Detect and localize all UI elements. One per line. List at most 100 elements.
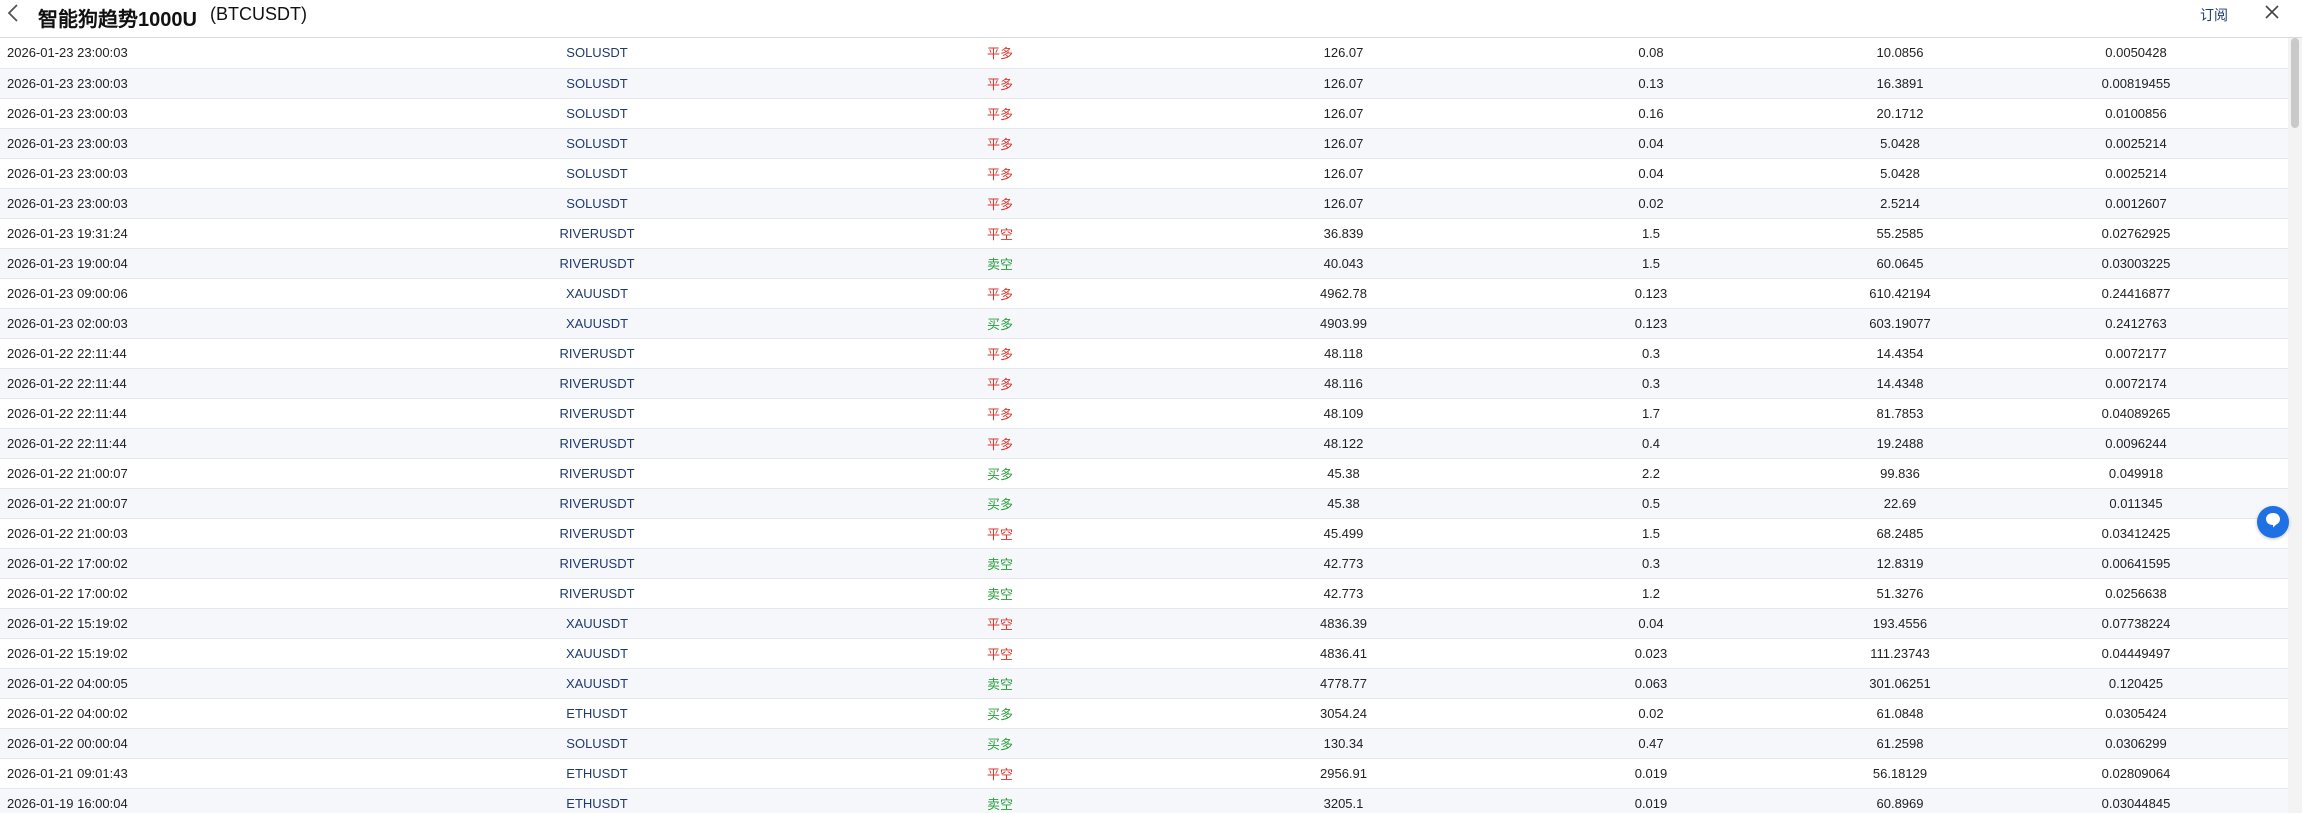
cell-fee: 0.0072177 xyxy=(2029,338,2243,369)
cell-qty: 0.02 xyxy=(1531,188,1771,219)
cell-side: 平空 xyxy=(844,638,1156,669)
table-row: 2026-01-22 17:00:02 RIVERUSDT 卖空 42.773 0.3 1… xyxy=(0,548,2288,579)
cell-side: 平多 xyxy=(844,38,1156,69)
scrollbar-thumb[interactable] xyxy=(2291,38,2299,128)
cell-fee: 0.02809064 xyxy=(2029,758,2243,789)
table-row: 2026-01-23 23:00:03 SOLUSDT 平多 126.07 0.13 16… xyxy=(0,68,2288,99)
cell-time: 2026-01-22 22:11:44 xyxy=(0,398,350,429)
cell-time: 2026-01-21 09:01:43 xyxy=(0,758,350,789)
cell-price: 2956.91 xyxy=(1156,758,1531,789)
cell-qty: 0.123 xyxy=(1531,308,1771,339)
cell-amount: 19.2488 xyxy=(1771,428,2029,459)
chat-button[interactable] xyxy=(2257,506,2289,538)
cell-fee: 0.07738224 xyxy=(2029,608,2243,639)
cell-symbol: XAUUSDT xyxy=(350,608,844,639)
cell-time: 2026-01-22 15:19:02 xyxy=(0,638,350,669)
cell-fee: 0.0256638 xyxy=(2029,578,2243,609)
table-row: 2026-01-23 23:00:03 SOLUSDT 平多 126.07 0.16 20… xyxy=(0,98,2288,129)
cell-pnl: -1.37021497 xyxy=(2243,638,2288,669)
close-button[interactable] xyxy=(2260,2,2284,26)
table-row: 2026-01-21 09:01:43 ETHUSDT 平空 2956.91 0.019… xyxy=(0,758,2288,789)
cell-fee: 0.0025214 xyxy=(2029,158,2243,189)
cell-pnl: -2.38218224 xyxy=(2243,608,2288,639)
cell-side: 平多 xyxy=(844,98,1156,129)
cell-qty: 0.5 xyxy=(1531,488,1771,519)
table-row: 2026-01-23 09:00:06 XAUUSDT 平多 4962.78 0.123… xyxy=(0,278,2288,309)
cell-pnl: -0.0866607 xyxy=(2243,188,2288,219)
cell-time: 2026-01-23 19:00:04 xyxy=(0,248,350,279)
cell-fee: 0.04449497 xyxy=(2029,638,2243,669)
cell-fee: 0.00641595 xyxy=(2029,548,2243,579)
cell-fee: 0.03003225 xyxy=(2029,248,2243,279)
cell-pnl: -0.1733214 xyxy=(2243,158,2288,189)
table-row: 2026-01-19 16:00:04 ETHUSDT 卖空 3205.1 0.019 6… xyxy=(0,788,2288,813)
cell-symbol: RIVERUSDT xyxy=(350,518,844,549)
cell-pnl: -0.049918 xyxy=(2243,458,2288,489)
cell-fee: 0.0050428 xyxy=(2029,38,2243,69)
cell-pnl: -0.00641595 xyxy=(2243,548,2288,579)
cell-side: 买多 xyxy=(844,728,1156,759)
cell-price: 48.122 xyxy=(1156,428,1531,459)
cell-symbol: RIVERUSDT xyxy=(350,368,844,399)
cell-qty: 1.5 xyxy=(1531,248,1771,279)
cell-symbol: SOLUSDT xyxy=(350,68,844,99)
back-button[interactable] xyxy=(2,2,24,28)
cell-fee: 0.04089265 xyxy=(2029,398,2243,429)
cell-qty: 0.123 xyxy=(1531,278,1771,309)
cell-time: 2026-01-22 17:00:02 xyxy=(0,578,350,609)
cell-time: 2026-01-23 02:00:03 xyxy=(0,308,350,339)
table-row: 2026-01-22 04:00:05 XAUUSDT 卖空 4778.77 0.063… xyxy=(0,668,2288,699)
cell-side: 平多 xyxy=(844,368,1156,399)
cell-amount: 16.3891 xyxy=(1771,68,2029,99)
cell-side: 平空 xyxy=(844,758,1156,789)
cell-fee: 0.02762925 xyxy=(2029,218,2243,249)
cell-time: 2026-01-22 04:00:05 xyxy=(0,668,350,699)
cell-fee: 0.049918 xyxy=(2029,458,2243,489)
cell-amount: 61.0848 xyxy=(1771,698,2029,729)
cell-time: 2026-01-22 04:00:02 xyxy=(0,698,350,729)
cell-fee: 0.0012607 xyxy=(2029,188,2243,219)
cell-qty: 0.08 xyxy=(1531,38,1771,69)
cell-amount: 12.8319 xyxy=(1771,548,2029,579)
table-row: 2026-01-22 15:19:02 XAUUSDT 平空 4836.41 0.023… xyxy=(0,638,2288,669)
cell-fee: 0.120425 xyxy=(2029,668,2243,699)
cell-price: 48.118 xyxy=(1156,338,1531,369)
cell-price: 4836.41 xyxy=(1156,638,1531,669)
cell-qty: 0.3 xyxy=(1531,548,1771,579)
cell-fee: 0.011345 xyxy=(2029,488,2243,519)
cell-side: 买多 xyxy=(844,308,1156,339)
cell-fee: 0.03412425 xyxy=(2029,518,2243,549)
cell-amount: 81.7853 xyxy=(1771,398,2029,429)
table-row: 2026-01-22 22:11:44 RIVERUSDT 平多 48.109 1.7 8… xyxy=(0,398,2288,429)
cell-fee: 0.0096244 xyxy=(2029,428,2243,459)
cell-qty: 0.13 xyxy=(1531,68,1771,99)
cell-qty: 0.04 xyxy=(1531,608,1771,639)
table-row: 2026-01-22 04:00:02 ETHUSDT 买多 3054.24 0.02 6… xyxy=(0,698,2288,729)
cell-fee: 0.0305424 xyxy=(2029,698,2243,729)
cell-fee: 0.0100856 xyxy=(2029,98,2243,129)
cell-time: 2026-01-22 21:00:03 xyxy=(0,518,350,549)
cell-fee: 0.0025214 xyxy=(2029,128,2243,159)
cell-qty: 1.2 xyxy=(1531,578,1771,609)
cell-symbol: RIVERUSDT xyxy=(350,338,844,369)
cell-pnl: -0.56329455 xyxy=(2243,68,2288,99)
cell-symbol: XAUUSDT xyxy=(350,308,844,339)
cell-price: 48.116 xyxy=(1156,368,1531,399)
cell-pnl: 1.0871756 xyxy=(2243,428,2288,459)
cell-side: 买多 xyxy=(844,458,1156,489)
cell-qty: 0.47 xyxy=(1531,728,1771,759)
scrollbar[interactable] xyxy=(2288,38,2302,813)
cell-symbol: SOLUSDT xyxy=(350,158,844,189)
cell-time: 2026-01-22 22:11:44 xyxy=(0,368,350,399)
cell-time: 2026-01-23 23:00:03 xyxy=(0,38,350,69)
cell-qty: 0.02 xyxy=(1531,698,1771,729)
subscribe-button[interactable]: 订阅 xyxy=(2200,5,2228,25)
cell-time: 2026-01-19 16:00:04 xyxy=(0,788,350,813)
cell-time: 2026-01-23 23:00:03 xyxy=(0,128,350,159)
cell-symbol: XAUUSDT xyxy=(350,638,844,669)
cell-symbol: ETHUSDT xyxy=(350,698,844,729)
table-row: 2026-01-23 23:00:03 SOLUSDT 平多 126.07 0.02 2.… xyxy=(0,188,2288,219)
cell-side: 平空 xyxy=(844,608,1156,639)
cell-price: 42.773 xyxy=(1156,578,1531,609)
cell-side: 平多 xyxy=(844,68,1156,99)
